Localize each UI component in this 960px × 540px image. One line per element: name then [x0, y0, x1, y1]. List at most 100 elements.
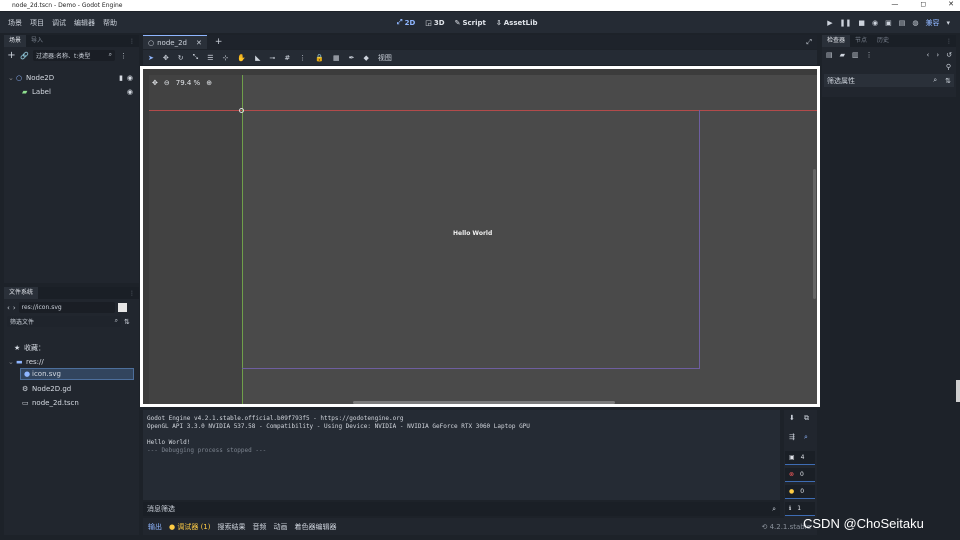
file-row-node2d-gd[interactable]: ⚙ Node2D.gd: [22, 383, 71, 395]
tab-inspector[interactable]: 检查器: [822, 35, 851, 47]
workspace-script[interactable]: ✎ Script: [455, 19, 486, 27]
tab-debugger[interactable]: ● 调试器 (1): [169, 522, 210, 532]
tab-node-2d[interactable]: ○ node_2d ✕: [143, 35, 207, 49]
remote-debug-icon[interactable]: ◉: [872, 19, 878, 27]
tab-node[interactable]: 节点: [850, 35, 872, 47]
property-filter-input[interactable]: 筛选属性 ⌕ ⇅: [824, 74, 954, 87]
pan-icon[interactable]: ✥: [152, 79, 158, 87]
tab-search-results[interactable]: 搜索结果: [217, 522, 245, 532]
add-node-icon[interactable]: +: [7, 50, 16, 61]
forward-icon[interactable]: ›: [936, 51, 939, 59]
zoom-in-icon[interactable]: ⊕: [206, 79, 212, 87]
new-resource-icon[interactable]: ▤: [826, 51, 833, 59]
tab-shader-editor[interactable]: 着色器编辑器: [294, 522, 336, 532]
bone-icon[interactable]: ✒: [349, 54, 355, 62]
play-scene-icon[interactable]: ▣: [885, 19, 892, 27]
smart-snap-icon[interactable]: ⊸: [270, 54, 276, 62]
dock-menu-icon[interactable]: ⋮: [946, 38, 952, 45]
pause-icon[interactable]: ❚❚: [840, 19, 852, 27]
menu-debug[interactable]: 调试: [52, 18, 66, 28]
workspace-assetlib[interactable]: ⇩ AssetLib: [496, 19, 538, 27]
path-field[interactable]: res://icon.svg: [18, 302, 115, 313]
pan-tool-icon[interactable]: ✋: [237, 54, 246, 62]
edge-scrollbar[interactable]: [956, 380, 960, 402]
favorites-row[interactable]: ★ 收藏：: [14, 342, 45, 354]
collapse-icon[interactable]: ⇶: [789, 433, 795, 441]
close-button[interactable]: ✕: [948, 0, 954, 8]
workspace-3d[interactable]: ◲ 3D: [425, 19, 444, 27]
menu-project[interactable]: 项目: [30, 18, 44, 28]
tab-output[interactable]: 输出: [148, 522, 162, 532]
script-attached-icon[interactable]: ▮: [119, 74, 123, 82]
menu-help[interactable]: 帮助: [103, 18, 117, 28]
view-menu[interactable]: 视图: [378, 53, 392, 63]
dock-menu-icon[interactable]: ⋮: [129, 290, 135, 297]
viewport-2d[interactable]: ✥ ⊖ 79.4 % ⊕ Hello World: [143, 69, 817, 404]
back-icon[interactable]: ‹: [7, 304, 10, 312]
menu-scene[interactable]: 场景: [8, 18, 22, 28]
vertical-scrollbar[interactable]: [813, 169, 816, 299]
list-select-icon[interactable]: ☰: [207, 54, 213, 62]
visibility-icon[interactable]: ◉: [127, 74, 133, 82]
maximize-button[interactable]: ◻: [920, 0, 926, 8]
grid-snap-icon[interactable]: #: [284, 54, 290, 62]
instance-icon[interactable]: 🔗: [20, 51, 29, 60]
load-resource-icon[interactable]: ▰: [840, 51, 845, 59]
hello-world-label[interactable]: Hello World: [453, 230, 492, 237]
select-tool-icon[interactable]: ➤: [148, 54, 154, 62]
more-icon[interactable]: ⋮: [119, 51, 128, 60]
history-icon[interactable]: ↺: [946, 51, 952, 59]
more-icon[interactable]: ⋮: [866, 51, 873, 59]
horizontal-scrollbar[interactable]: [353, 401, 615, 404]
close-icon[interactable]: ✕: [196, 39, 202, 47]
play-icon[interactable]: ▶: [827, 19, 832, 27]
tab-import[interactable]: 导入: [26, 35, 48, 47]
rotate-tool-icon[interactable]: ↻: [178, 54, 184, 62]
back-icon[interactable]: ‹: [927, 51, 930, 59]
file-filter-input[interactable]: 筛选文件 ⌕: [7, 316, 121, 327]
collapse-arrow-icon[interactable]: ⌄: [8, 358, 16, 366]
tab-filesystem[interactable]: 文件系统: [4, 287, 39, 299]
sort-icon[interactable]: ⇅: [124, 318, 130, 326]
ruler-tool-icon[interactable]: ◣: [255, 54, 260, 62]
settings-icon[interactable]: ⇅: [945, 77, 951, 85]
copy-icon[interactable]: ⧉: [804, 414, 809, 423]
collapse-arrow-icon[interactable]: ⌄: [8, 74, 16, 82]
chevron-down-icon[interactable]: ▾: [946, 19, 950, 27]
object-properties-icon[interactable]: ⚲: [822, 63, 956, 71]
tab-animation[interactable]: 动画: [273, 522, 287, 532]
search-icon[interactable]: ⌕: [804, 433, 808, 442]
error-count[interactable]: ⊗ 0: [785, 468, 815, 482]
minimize-button[interactable]: —: [891, 0, 898, 8]
file-row-node-2d-tscn[interactable]: ▭ node_2d.tscn: [22, 397, 79, 409]
tree-row-node2d[interactable]: ⌄ ○ Node2D ▮ ◉: [8, 72, 135, 84]
log-count[interactable]: ▣ 4: [785, 451, 815, 465]
file-row-icon-svg[interactable]: ● icon.svg: [20, 368, 134, 380]
workspace-2d[interactable]: ⤢ 2D: [397, 18, 415, 27]
scene-filter-input[interactable]: 过滤器:名称、t:类型 ⌕: [33, 50, 115, 61]
stop-icon[interactable]: ■: [858, 19, 865, 27]
forward-icon[interactable]: ›: [13, 304, 16, 312]
zoom-level[interactable]: 79.4 %: [176, 79, 200, 87]
split-mode-icon[interactable]: [117, 303, 127, 312]
tab-scene[interactable]: 场景: [4, 35, 27, 47]
visibility-icon[interactable]: ◉: [127, 88, 133, 96]
group-icon[interactable]: ▦: [333, 54, 340, 62]
play-custom-icon[interactable]: ▤: [899, 19, 906, 27]
dock-menu-icon[interactable]: ⋮: [129, 38, 135, 45]
move-tool-icon[interactable]: ✥: [163, 54, 169, 62]
more-icon[interactable]: ⋮: [299, 54, 306, 62]
pivot-icon[interactable]: ⊹: [223, 54, 229, 62]
movie-icon[interactable]: ◍: [912, 19, 918, 27]
save-resource-icon[interactable]: ▥: [852, 51, 859, 59]
renderer-select[interactable]: 兼容: [925, 18, 939, 28]
menu-editor[interactable]: 编辑器: [74, 18, 95, 28]
camera-override-icon[interactable]: ◆: [363, 54, 368, 62]
res-root-row[interactable]: ⌄ ▬ res://: [8, 356, 44, 368]
info-count[interactable]: ℹ1: [785, 502, 815, 516]
add-tab-button[interactable]: +: [215, 37, 223, 47]
clear-icon[interactable]: ⬇: [789, 414, 795, 422]
lock-icon[interactable]: 🔒: [315, 54, 324, 62]
message-filter-input[interactable]: 消息筛选 ⌕: [143, 502, 780, 516]
warning-count[interactable]: ● 0: [785, 485, 815, 499]
